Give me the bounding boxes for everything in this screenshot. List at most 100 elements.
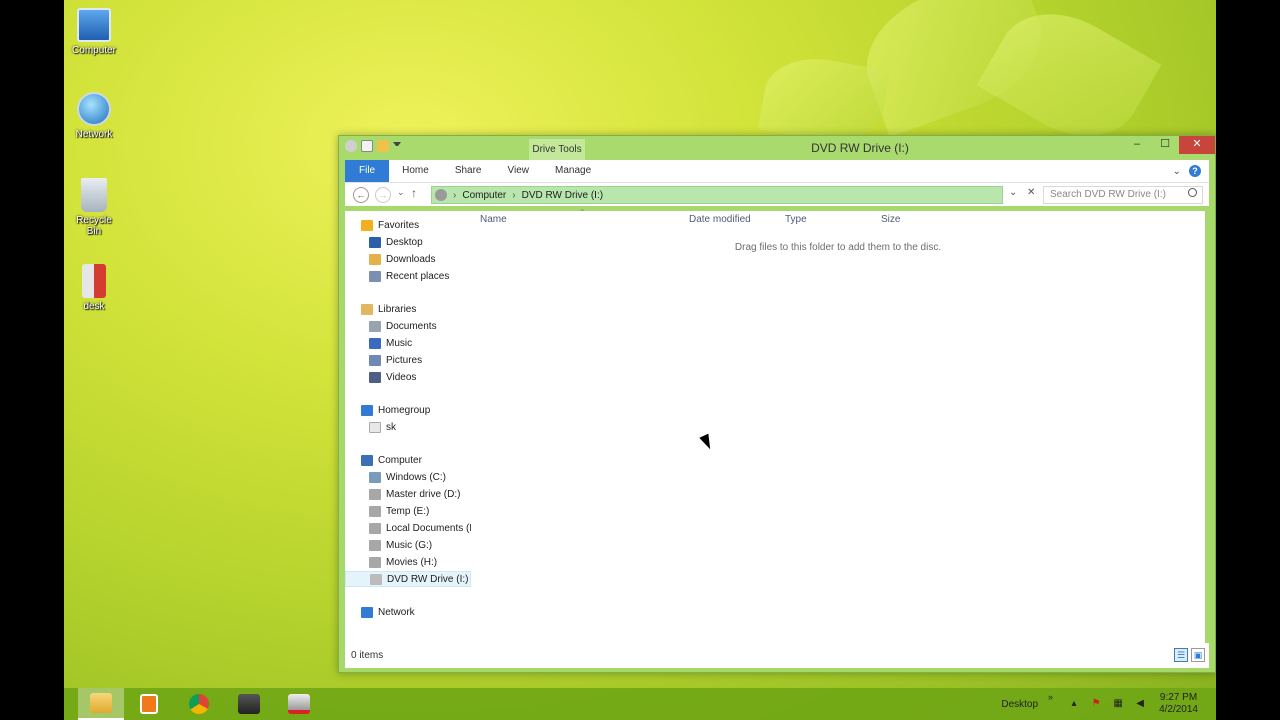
nav-item-label: Movies (H:) — [386, 556, 438, 568]
nav-item-label: Documents — [386, 320, 437, 332]
nav-item-favorites[interactable]: Favorites — [345, 217, 471, 233]
breadcrumb-computer[interactable]: Computer — [462, 190, 506, 201]
nav-item-recent-places[interactable]: Recent places — [345, 268, 471, 284]
search-icon — [1188, 188, 1197, 197]
forward-button[interactable]: → — [375, 187, 391, 203]
tab-manage[interactable]: Manage — [542, 160, 604, 182]
item-count: 0 items — [351, 650, 384, 661]
downloads-icon — [369, 253, 381, 265]
taskbar-video-editor[interactable] — [226, 688, 272, 720]
nav-item-documents[interactable]: Documents — [345, 318, 471, 334]
computer-icon — [361, 454, 373, 466]
desktop-toolbar-label[interactable]: Desktop — [1001, 699, 1038, 710]
desktop-icon-desk[interactable]: desk — [68, 264, 120, 312]
media-player-icon — [140, 694, 158, 714]
tab-view[interactable]: View — [495, 160, 543, 182]
column-header-date-modified[interactable]: Date modified — [689, 214, 751, 225]
nav-item-pictures[interactable]: Pictures — [345, 352, 471, 368]
tab-share[interactable]: Share — [442, 160, 495, 182]
nav-item-master-drive-d[interactable]: Master drive (D:) — [345, 486, 471, 502]
search-input[interactable]: Search DVD RW Drive (I:) — [1043, 186, 1203, 204]
nav-item-music-g[interactable]: Music (G:) — [345, 537, 471, 553]
volume-icon[interactable]: ◀ — [1134, 698, 1146, 710]
taskbar-file-explorer[interactable] — [78, 688, 124, 720]
nav-item-label: Favorites — [378, 219, 420, 231]
nav-item-label: Computer — [378, 454, 422, 466]
up-button[interactable]: ↑ — [411, 186, 417, 200]
nav-item-desktop[interactable]: Desktop — [345, 234, 471, 250]
details-view-button[interactable]: ☰ — [1174, 648, 1188, 662]
breadcrumb-separator-icon: › — [453, 189, 457, 201]
nav-item-movies-h[interactable]: Movies (H:) — [345, 554, 471, 570]
desktop-icon-computer[interactable]: Computer — [68, 8, 120, 56]
action-center-flag-icon[interactable]: ⚑ — [1090, 698, 1102, 710]
clock[interactable]: 9:27 PM 4/2/2014 — [1159, 692, 1198, 716]
address-dropdown-icon[interactable]: ⌄ — [1009, 187, 1017, 198]
nav-item-windows-c[interactable]: Windows (C:) — [345, 469, 471, 485]
tab-file[interactable]: File — [345, 160, 390, 182]
nav-item-label: Music — [386, 337, 413, 349]
refresh-icon[interactable]: ✕ — [1027, 187, 1035, 198]
nav-item-computer[interactable]: Computer — [345, 452, 471, 468]
nav-item-downloads[interactable]: Downloads — [345, 251, 471, 267]
nav-item-videos[interactable]: Videos — [345, 369, 471, 385]
close-button[interactable]: ✕ — [1179, 136, 1215, 154]
column-header-name[interactable]: Name — [480, 214, 507, 225]
maximize-button[interactable]: ☐ — [1151, 136, 1179, 154]
nav-item-network[interactable]: Network — [345, 604, 471, 620]
column-header-type[interactable]: Type — [785, 214, 807, 225]
minimize-button[interactable]: – — [1123, 136, 1151, 154]
tab-home[interactable]: Home — [389, 160, 442, 182]
nav-item-label: Libraries — [378, 303, 417, 315]
nav-item-label: Master drive (D:) — [386, 488, 461, 500]
file-explorer-icon — [90, 693, 112, 713]
drive-icon — [369, 522, 381, 534]
nav-item-libraries[interactable]: Libraries — [345, 301, 471, 317]
music-icon — [369, 337, 381, 349]
libraries-icon — [361, 303, 373, 315]
nav-item-homegroup[interactable]: Homegroup — [345, 402, 471, 418]
nav-item-label: Local Documents (F: — [386, 522, 471, 534]
nav-item-dvd-rw-drive-i[interactable]: DVD RW Drive (I:) — [345, 571, 471, 587]
desktop-icon-recycle-bin[interactable]: Recycle Bin — [68, 178, 120, 237]
chrome-icon — [189, 694, 209, 714]
windows-drive-icon — [369, 471, 381, 483]
back-button[interactable]: ← — [353, 187, 369, 203]
ribbon-tabs: File Home Share View Manage ⌄ ? — [345, 160, 1209, 182]
dvd-breadcrumb-icon — [435, 189, 447, 201]
large-icons-view-button[interactable]: ▣ — [1191, 648, 1205, 662]
network-status-icon[interactable]: ▦ — [1112, 698, 1124, 710]
title-bar[interactable]: Drive Tools DVD RW Drive (I:) – ☐ ✕ — [339, 136, 1215, 160]
taskbar-screen-recorder[interactable] — [276, 688, 322, 720]
recent-locations-icon[interactable]: ⌄ — [397, 187, 405, 198]
taskbar-media-player[interactable] — [126, 688, 172, 720]
drive-icon — [369, 556, 381, 568]
homegroup-icon — [361, 404, 373, 416]
system-tray: Desktop » ▴ ⚑ ▦ ◀ 9:27 PM 4/2/2014 — [1001, 688, 1216, 720]
nav-item-temp-e[interactable]: Temp (E:) — [345, 503, 471, 519]
column-header-size[interactable]: Size — [881, 214, 900, 225]
nav-item-label: Recent places — [386, 270, 450, 282]
sort-indicator-icon: ⌃ — [579, 208, 586, 217]
nav-item-label: sk — [386, 421, 396, 433]
file-list[interactable]: ⌃ Name Date modified Type Size Drag file… — [471, 208, 1205, 643]
nav-item-music[interactable]: Music — [345, 335, 471, 351]
breadcrumb-dvd-drive[interactable]: DVD RW Drive (I:) — [522, 190, 603, 201]
empty-folder-message: Drag files to this folder to add them to… — [734, 242, 942, 253]
recycle-bin-icon — [81, 178, 107, 212]
clock-time: 9:27 PM — [1159, 692, 1198, 703]
dvd-drive-icon — [370, 573, 382, 585]
star-icon — [361, 219, 373, 231]
expand-ribbon-icon[interactable]: ⌄ — [1173, 166, 1181, 177]
help-icon[interactable]: ? — [1189, 165, 1201, 177]
show-hidden-icons-icon[interactable]: ▴ — [1068, 698, 1080, 710]
network-icon — [361, 606, 373, 618]
nav-item-label: DVD RW Drive (I:) — [387, 573, 469, 585]
desktop-icon — [369, 236, 381, 248]
desktop-icon-network[interactable]: Network — [68, 92, 120, 140]
nav-item-local-documents-f[interactable]: Local Documents (F: — [345, 520, 471, 536]
address-bar[interactable]: › Computer › DVD RW Drive (I:) — [431, 186, 1003, 204]
toolbar-expand-icon[interactable]: » — [1048, 692, 1053, 702]
nav-item-sk[interactable]: sk — [345, 419, 471, 435]
taskbar-chrome[interactable] — [176, 688, 222, 720]
